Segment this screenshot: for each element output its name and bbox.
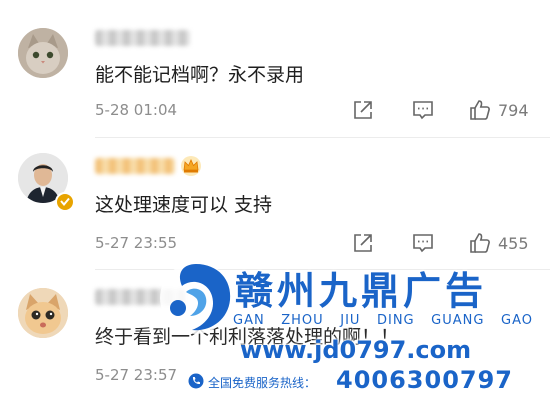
like-icon: [470, 233, 490, 253]
reply-button[interactable]: [412, 232, 434, 254]
comment-time: 5-27 23:55: [95, 234, 178, 252]
like-button[interactable]: 794: [468, 98, 529, 122]
pinyin-syllable: GUANG: [431, 313, 485, 328]
phone-icon: [188, 373, 204, 389]
watermark: 赣州九鼎广告 GAN ZHOU JIU DING GUANG GAO www.j…: [150, 258, 550, 404]
pinyin-syllable: JIU: [340, 313, 361, 328]
verified-icon: [55, 192, 75, 212]
comment-icon: [413, 234, 433, 253]
share-icon: [354, 234, 372, 252]
watermark-hotline-label: 全国免费服务热线：: [208, 376, 317, 390]
comment-text: 能不能记档啊？永不录用: [95, 64, 305, 86]
watermark-url: www.jd0797.com: [240, 336, 472, 364]
reply-button[interactable]: [412, 99, 434, 121]
pinyin-syllable: GAN: [233, 313, 265, 328]
comment-item-2: 这处理速度可以 支持 5-27 23:55 455: [0, 140, 550, 272]
comment-item-1: 能不能记档啊？永不录用 5-28 01:04 794: [0, 0, 550, 140]
like-count: 794: [498, 100, 529, 120]
avatar-cat[interactable]: [18, 28, 68, 78]
pinyin-syllable: GAO: [501, 313, 533, 328]
comment-time: 5-28 01:04: [95, 101, 178, 119]
like-button[interactable]: 455: [468, 231, 529, 255]
comment-icon: [413, 101, 433, 120]
share-button[interactable]: [352, 232, 374, 254]
share-button[interactable]: [352, 99, 374, 121]
comment-text: 这处理速度可以 支持: [95, 194, 273, 216]
watermark-pinyin: GAN ZHOU JIU DING GUANG GAO: [233, 313, 533, 328]
username-blurred[interactable]: [95, 30, 190, 46]
like-icon: [470, 100, 490, 120]
share-icon: [354, 101, 372, 119]
pinyin-syllable: DING: [376, 313, 415, 328]
username-blurred[interactable]: [95, 158, 175, 174]
crown-icon: [180, 155, 202, 181]
avatar-kitten[interactable]: [18, 288, 68, 338]
like-count: 455: [498, 233, 529, 253]
divider: [95, 137, 550, 138]
watermark-brand: 赣州九鼎广告: [235, 269, 488, 313]
watermark-hotline: 4006300797: [336, 366, 513, 394]
brand-logo-icon: [160, 262, 232, 334]
pinyin-syllable: ZHOU: [281, 313, 324, 328]
